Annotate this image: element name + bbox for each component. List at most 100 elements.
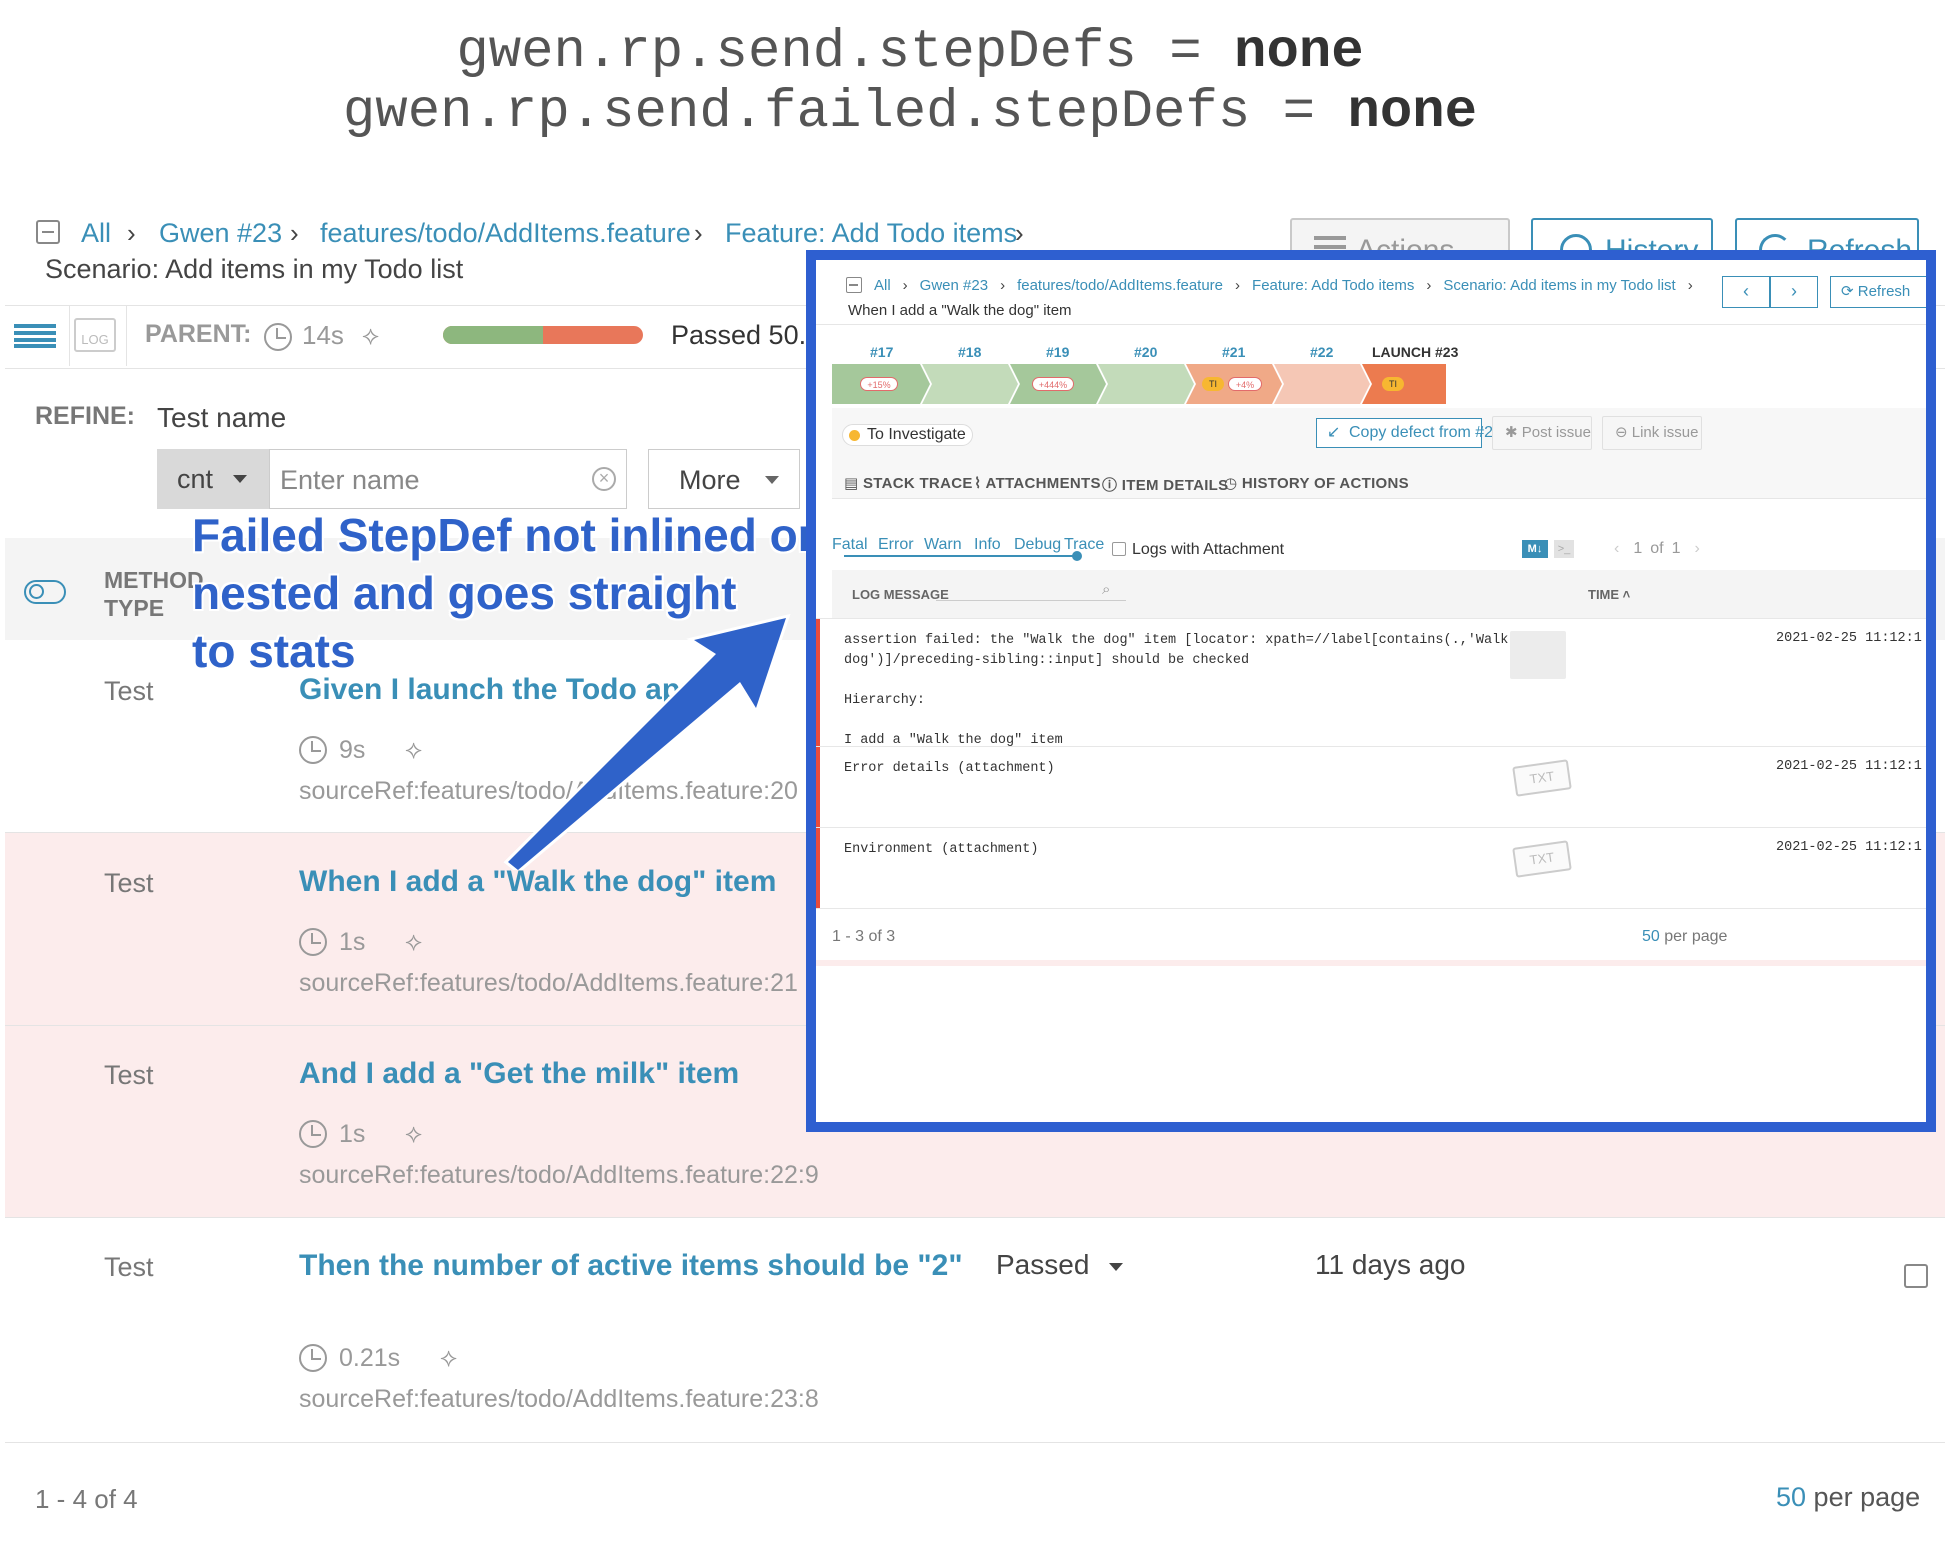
post-issue-button[interactable]: ✱ Post issue	[1492, 416, 1592, 450]
config-line-1: gwen.rp.send.stepDefs = none	[456, 22, 1364, 83]
log-row: assertion failed: the "Walk the dog" ite…	[816, 618, 1926, 748]
parent-status: Passed 50.0	[671, 320, 822, 350]
inset-per-page-selector[interactable]: 50 per page	[1642, 928, 1727, 946]
breadcrumb-feature[interactable]: Feature: Add Todo items	[725, 218, 1017, 249]
step-name-link[interactable]: When I add a "Walk the dog" item	[299, 865, 776, 899]
menu-icon	[1314, 236, 1346, 240]
clock-icon	[299, 1344, 327, 1372]
breadcrumb-launch[interactable]: Gwen #23	[159, 218, 282, 249]
error-level-bar	[816, 828, 820, 909]
log-search-input[interactable]	[936, 600, 1126, 601]
link-issue-button[interactable]: ⊖ Link issue	[1602, 416, 1702, 450]
annotation-arrow-icon	[503, 613, 791, 870]
annotation-line-2: nested and goes straight	[192, 567, 737, 619]
row-checkbox[interactable]	[1904, 1264, 1928, 1288]
inset-breadcrumb: All › Gwen #23 › features/todo/AddItems.feat…	[874, 277, 1693, 294]
history-label[interactable]: LAUNCH #23	[1372, 344, 1458, 360]
prev-item-button[interactable]: ‹	[1722, 276, 1770, 308]
chevron-left-icon[interactable]: ‹	[1614, 540, 1619, 557]
chevron-right-icon: ›	[1015, 218, 1024, 248]
info-icon: ⓘ	[1102, 477, 1122, 494]
history-label[interactable]: #20	[1134, 344, 1157, 360]
tag-icon[interactable]: ⟡	[440, 1342, 457, 1374]
status-dropdown[interactable]: Passed	[996, 1249, 1124, 1281]
log-row: Error details (attachment) TXT 2021-02-2…	[816, 746, 1926, 828]
log-level-warn[interactable]: Warn	[924, 536, 962, 554]
tag-icon[interactable]: ⟡	[405, 1118, 422, 1150]
name-filter-input[interactable]: Enter name ×	[269, 449, 627, 509]
paperclip-icon: ⌇	[974, 475, 986, 492]
more-filters-button[interactable]: More	[648, 449, 800, 509]
txt-attachment-icon[interactable]: TXT	[1512, 840, 1572, 878]
parent-duration: 14s	[302, 320, 344, 350]
view-toggle[interactable]	[24, 580, 66, 604]
bug-icon: ✱	[1505, 424, 1522, 441]
log-level-slider[interactable]	[844, 555, 1078, 557]
log-level-slider-handle[interactable]	[1072, 551, 1082, 561]
logs-with-attachment-label: Logs with Attachment	[1132, 541, 1285, 558]
log-pager: ‹ 1 of 1 ›	[1614, 540, 1700, 557]
history-label[interactable]: #18	[958, 344, 981, 360]
history-label[interactable]: #19	[1046, 344, 1069, 360]
breadcrumb-suite[interactable]: features/todo/AddItems.feature	[320, 218, 691, 249]
caret-down-icon	[233, 475, 247, 483]
method-type-header[interactable]: METHOD TYPE	[104, 566, 204, 622]
log-level-fatal[interactable]: Fatal	[832, 536, 868, 554]
arrow-down-left-icon: ↙	[1327, 424, 1341, 441]
log-level-info[interactable]: Info	[974, 536, 1001, 554]
inset-current-item: When I add a "Walk the dog" item	[848, 302, 1072, 319]
log-row: Environment (attachment) TXT 2021-02-25 …	[816, 827, 1926, 909]
logs-with-attachment-checkbox[interactable]	[1112, 542, 1126, 556]
history-badge: +15%	[860, 377, 898, 391]
status-progress-bar	[443, 326, 643, 344]
chevron-right-icon[interactable]: ›	[1694, 540, 1699, 557]
clear-icon[interactable]: ×	[592, 467, 616, 491]
per-page-selector[interactable]: 50 per page	[1776, 1482, 1920, 1513]
breadcrumb-current: Scenario: Add items in my Todo list	[45, 254, 464, 284]
sort-up-icon: ˄	[1619, 587, 1631, 602]
inset-refresh-button[interactable]: ⟳ Refresh	[1830, 276, 1926, 308]
clock-icon	[299, 928, 327, 956]
select-all-checkbox[interactable]	[846, 277, 862, 293]
ti-badge: TI	[1382, 377, 1404, 391]
clock-icon: ◷	[1224, 475, 1242, 492]
copy-defect-button[interactable]: ↙ Copy defect from #21	[1316, 418, 1502, 448]
log-level-error[interactable]: Error	[878, 536, 914, 554]
time-header[interactable]: TIME ˄	[1588, 587, 1630, 602]
log-view-icon[interactable]: LOG	[74, 318, 116, 352]
clock-icon	[299, 1120, 327, 1148]
caret-down-icon	[1109, 1262, 1124, 1271]
txt-attachment-icon[interactable]: TXT	[1512, 759, 1572, 797]
refine-filter-name: Test name	[157, 402, 287, 433]
tab-stack-trace[interactable]: ▤ STACK TRACE	[844, 474, 973, 492]
caret-down-icon	[765, 476, 779, 484]
history-label[interactable]: #17	[870, 344, 893, 360]
annotation-line-1: Failed StepDef not inlined or	[192, 509, 816, 561]
list-view-icon[interactable]	[14, 324, 56, 348]
breadcrumb-all[interactable]: All	[81, 218, 111, 249]
tab-history-of-actions[interactable]: ◷ HISTORY OF ACTIONS	[1224, 474, 1409, 492]
tag-icon[interactable]: ⟡	[405, 734, 422, 766]
select-all-checkbox[interactable]	[36, 220, 60, 244]
tag-icon[interactable]: ⟡	[405, 926, 422, 958]
inset-pagination-count: 1 - 3 of 3	[832, 928, 896, 945]
refresh-icon: ⟳	[1841, 283, 1858, 300]
error-level-bar	[816, 619, 820, 747]
markdown-toggle[interactable]: M↓	[1522, 540, 1548, 558]
console-toggle-icon[interactable]: >_	[1554, 540, 1574, 558]
ti-badge: TI	[1202, 377, 1224, 391]
step-name-link[interactable]: Then the number of active items should b…	[299, 1249, 963, 1283]
log-level-trace[interactable]: Trace	[1064, 536, 1104, 554]
history-label[interactable]: #21	[1222, 344, 1245, 360]
step-name-link[interactable]: And I add a "Get the milk" item	[299, 1057, 739, 1091]
history-label[interactable]: #22	[1310, 344, 1333, 360]
tab-item-details[interactable]: ⓘ ITEM DETAILS	[1102, 474, 1228, 495]
search-icon[interactable]: ⌕	[1102, 581, 1110, 598]
operator-select[interactable]: cnt	[157, 449, 269, 509]
log-level-debug[interactable]: Debug	[1014, 536, 1061, 554]
next-item-button[interactable]: ›	[1770, 276, 1818, 308]
tag-icon: ⟡	[362, 320, 380, 350]
tab-attachments[interactable]: ⌇ ATTACHMENTS	[974, 474, 1101, 492]
screenshot-thumbnail[interactable]	[1510, 631, 1566, 679]
defect-type-badge[interactable]: To Investigate	[842, 424, 973, 446]
